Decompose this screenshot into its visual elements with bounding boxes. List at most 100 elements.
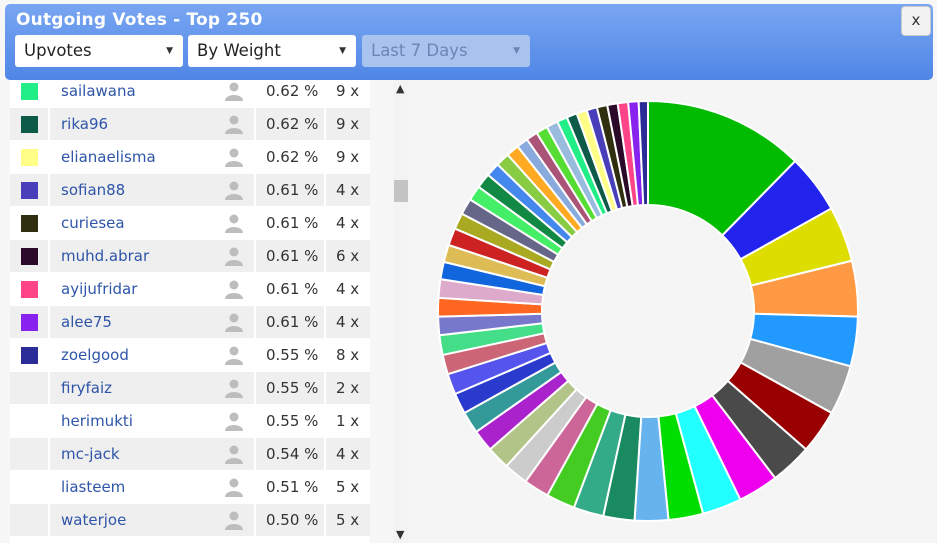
vote-count: 4 x bbox=[336, 214, 360, 232]
color-swatch bbox=[21, 314, 38, 331]
voter-name-link[interactable]: herimukti bbox=[61, 412, 133, 430]
table-row[interactable]: elianaelisma 0.62 % 9 x bbox=[10, 141, 370, 173]
vote-count: 6 x bbox=[336, 247, 360, 265]
vote-count: 4 x bbox=[336, 313, 360, 331]
vote-count: 1 x bbox=[336, 412, 360, 430]
voter-name-link[interactable]: alee75 bbox=[61, 313, 112, 331]
vote-count: 4 x bbox=[336, 181, 360, 199]
color-swatch bbox=[21, 83, 38, 100]
period-value: Last 7 Days bbox=[371, 41, 468, 60]
vote-count: 2 x bbox=[336, 379, 360, 397]
vote-percent: 0.55 % bbox=[266, 346, 319, 364]
voter-name-link[interactable]: muhd.abrar bbox=[61, 247, 149, 265]
color-swatch bbox=[21, 215, 38, 232]
vote-count: 5 x bbox=[336, 478, 360, 496]
vote-percent: 0.61 % bbox=[266, 214, 319, 232]
vote-percent: 0.61 % bbox=[266, 280, 319, 298]
vote-count: 9 x bbox=[336, 82, 360, 100]
voter-name-link[interactable]: zoelgood bbox=[61, 346, 129, 364]
user-icon[interactable] bbox=[224, 477, 244, 497]
donut-chart bbox=[437, 99, 859, 522]
user-icon[interactable] bbox=[224, 114, 244, 134]
vote-percent: 0.62 % bbox=[266, 148, 319, 166]
table-row[interactable]: curiesea 0.61 % 4 x bbox=[10, 207, 370, 239]
vote-percent: 0.62 % bbox=[266, 115, 319, 133]
user-icon[interactable] bbox=[224, 345, 244, 365]
voter-name-link[interactable]: sofian88 bbox=[61, 181, 125, 199]
color-swatch bbox=[21, 281, 38, 298]
table-row[interactable]: zoelgood 0.55 % 8 x bbox=[10, 339, 370, 371]
column-divider bbox=[324, 80, 326, 543]
scrollbar-thumb[interactable] bbox=[394, 180, 408, 202]
column-divider bbox=[48, 80, 50, 543]
vote-percent: 0.50 % bbox=[266, 511, 319, 529]
chevron-down-icon: ▼ bbox=[166, 46, 173, 56]
table-row[interactable]: mc-jack 0.54 % 4 x bbox=[10, 438, 370, 470]
voter-name-link[interactable]: curiesea bbox=[61, 214, 125, 232]
voter-name-link[interactable]: firyfaiz bbox=[61, 379, 112, 397]
voter-name-link[interactable]: sailawana bbox=[61, 82, 136, 100]
color-swatch bbox=[21, 116, 38, 133]
table-row[interactable]: sailawana 0.62 % 9 x bbox=[10, 80, 370, 107]
outgoing-votes-dialog: Outgoing Votes - Top 250 x Upvotes ▼ By … bbox=[0, 0, 937, 543]
vote-percent: 0.61 % bbox=[266, 247, 319, 265]
user-icon[interactable] bbox=[224, 246, 244, 266]
voter-name-link[interactable]: waterjoe bbox=[61, 511, 126, 529]
sort-value: By Weight bbox=[197, 41, 281, 60]
scroll-up-icon[interactable]: ▲ bbox=[396, 82, 404, 95]
voter-name-link[interactable]: elianaelisma bbox=[61, 148, 156, 166]
table-row[interactable]: muhd.abrar 0.61 % 6 x bbox=[10, 240, 370, 272]
period-select: Last 7 Days ▼ bbox=[362, 35, 530, 67]
donut-chart-panel bbox=[410, 80, 937, 543]
dialog-title: Outgoing Votes - Top 250 bbox=[16, 10, 263, 30]
voter-name-link[interactable]: rika96 bbox=[61, 115, 108, 133]
vote-type-select[interactable]: Upvotes ▼ bbox=[15, 35, 183, 67]
user-icon[interactable] bbox=[224, 279, 244, 299]
voter-name-link[interactable]: liasteem bbox=[61, 478, 125, 496]
vote-count: 4 x bbox=[336, 280, 360, 298]
color-swatch bbox=[21, 182, 38, 199]
table-row[interactable]: firyfaiz 0.55 % 2 x bbox=[10, 372, 370, 404]
vote-percent: 0.55 % bbox=[266, 379, 319, 397]
table-row[interactable]: ayijufridar 0.61 % 4 x bbox=[10, 273, 370, 305]
color-swatch bbox=[21, 149, 38, 166]
vote-count: 8 x bbox=[336, 346, 360, 364]
table-row[interactable]: liasteem 0.51 % 5 x bbox=[10, 471, 370, 503]
table-row[interactable]: herimukti 0.55 % 1 x bbox=[10, 405, 370, 437]
vote-count: 9 x bbox=[336, 115, 360, 133]
table-row[interactable]: rika96 0.62 % 9 x bbox=[10, 108, 370, 140]
user-icon[interactable] bbox=[224, 147, 244, 167]
user-icon[interactable] bbox=[224, 213, 244, 233]
vote-percent: 0.61 % bbox=[266, 181, 319, 199]
close-button[interactable]: x bbox=[901, 6, 931, 36]
user-icon[interactable] bbox=[224, 510, 244, 530]
user-icon[interactable] bbox=[224, 312, 244, 332]
user-icon[interactable] bbox=[224, 444, 244, 464]
chevron-down-icon: ▼ bbox=[513, 46, 520, 56]
list-scrollbar[interactable]: ▲ ▼ bbox=[393, 80, 409, 543]
table-row[interactable]: alee75 0.61 % 4 x bbox=[10, 306, 370, 338]
vote-percent: 0.62 % bbox=[266, 82, 319, 100]
voter-name-link[interactable]: mc-jack bbox=[61, 445, 120, 463]
table-row[interactable]: waterjoe 0.50 % 5 x bbox=[10, 504, 370, 536]
vote-percent: 0.61 % bbox=[266, 313, 319, 331]
vote-count: 4 x bbox=[336, 445, 360, 463]
table-row[interactable]: sofian88 0.61 % 4 x bbox=[10, 174, 370, 206]
color-swatch bbox=[21, 248, 38, 265]
sort-select[interactable]: By Weight ▼ bbox=[188, 35, 356, 67]
vote-percent: 0.55 % bbox=[266, 412, 319, 430]
vote-count: 9 x bbox=[336, 148, 360, 166]
user-icon[interactable] bbox=[224, 378, 244, 398]
vote-percent: 0.54 % bbox=[266, 445, 319, 463]
user-icon[interactable] bbox=[224, 81, 244, 101]
chevron-down-icon: ▼ bbox=[339, 46, 346, 56]
user-icon[interactable] bbox=[224, 180, 244, 200]
user-icon[interactable] bbox=[224, 411, 244, 431]
vote-type-value: Upvotes bbox=[24, 41, 92, 60]
scroll-down-icon[interactable]: ▼ bbox=[396, 528, 404, 541]
voter-list: sailawana 0.62 % 9 x rika96 0.62 % 9 x elian… bbox=[10, 80, 370, 543]
color-swatch bbox=[21, 347, 38, 364]
voter-name-link[interactable]: ayijufridar bbox=[61, 280, 137, 298]
column-divider bbox=[254, 80, 256, 543]
vote-count: 5 x bbox=[336, 511, 360, 529]
